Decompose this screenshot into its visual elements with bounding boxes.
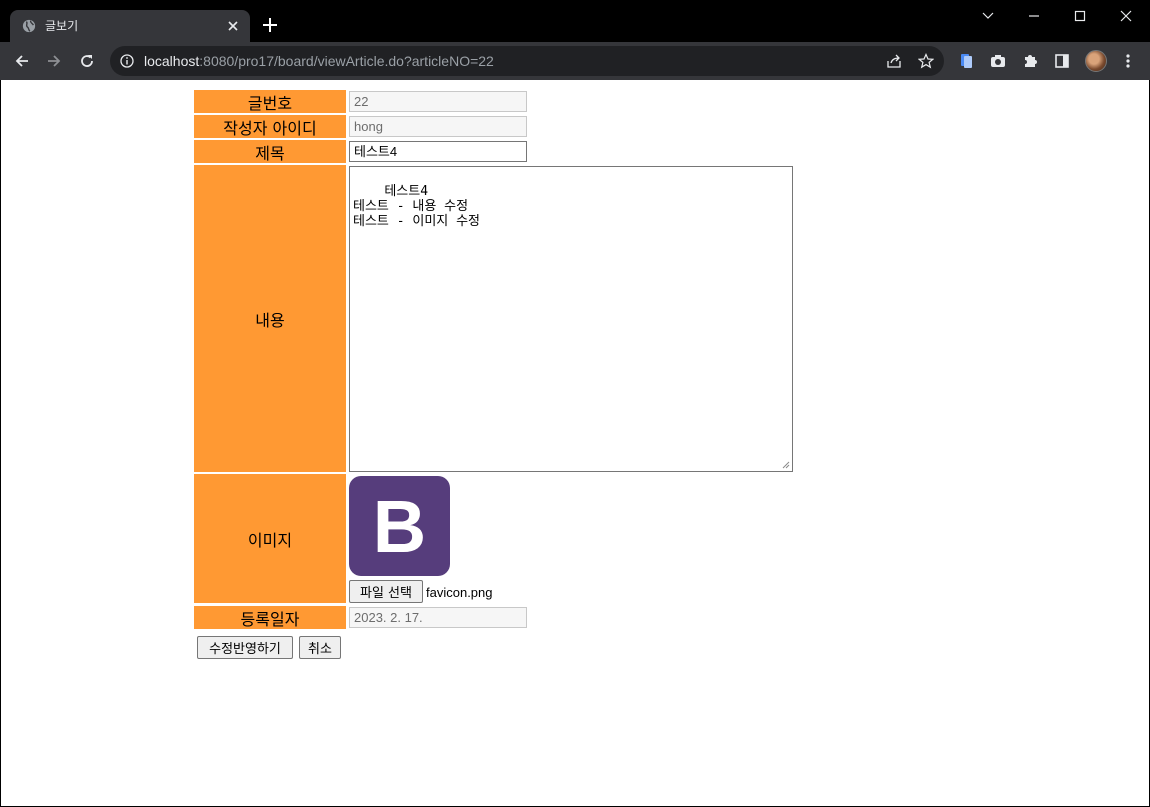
info-icon[interactable]	[120, 54, 134, 68]
selected-file-name: favicon.png	[426, 585, 493, 600]
bootstrap-logo-icon: B	[372, 484, 427, 568]
tab-search-button[interactable]	[965, 0, 1011, 32]
label-reg-date: 등록일자	[194, 606, 346, 629]
label-content: 내용	[194, 165, 346, 472]
new-tab-icon[interactable]	[262, 17, 278, 33]
label-title: 제목	[194, 140, 346, 163]
menu-kebab-icon[interactable]	[1120, 53, 1136, 69]
minimize-icon	[1029, 15, 1039, 17]
browser-tab[interactable]: 글보기	[10, 10, 250, 42]
browser-toolbar: localhost:8080/pro17/board/viewArticle.d…	[0, 42, 1150, 80]
close-window-button[interactable]	[1103, 0, 1149, 32]
back-arrow-icon[interactable]	[14, 53, 30, 69]
tab-strip: 글보기	[0, 0, 1150, 42]
writer-id-field: hong	[349, 116, 527, 137]
close-icon	[1120, 10, 1132, 22]
label-article-no: 글번호	[194, 90, 346, 113]
tab-title: 글보기	[45, 19, 79, 33]
share-icon[interactable]	[886, 53, 902, 69]
side-panel-icon[interactable]	[1054, 53, 1070, 69]
camera-icon[interactable]	[990, 53, 1006, 69]
article-image-preview: B	[349, 476, 450, 576]
maximize-icon	[1074, 10, 1086, 22]
url-host: localhost	[144, 53, 200, 69]
forward-arrow-icon[interactable]	[46, 53, 62, 69]
bookmark-star-icon[interactable]	[918, 53, 934, 69]
file-select-button[interactable]: 파일 선택	[349, 580, 423, 603]
maximize-button[interactable]	[1057, 0, 1103, 32]
title-input[interactable]: 테스트4	[349, 141, 527, 162]
extensions-puzzle-icon[interactable]	[1022, 53, 1038, 69]
extension-document-icon[interactable]	[958, 53, 974, 69]
globe-icon	[22, 19, 36, 33]
label-writer-id: 작성자 아이디	[194, 115, 346, 138]
content-textarea[interactable]: 테스트4 테스트 - 내용 수정 테스트 - 이미지 수정	[349, 166, 793, 472]
resize-grip-icon[interactable]	[782, 461, 790, 469]
address-bar[interactable]: localhost:8080/pro17/board/viewArticle.d…	[110, 46, 944, 76]
reload-icon[interactable]	[79, 53, 95, 69]
cancel-button[interactable]: 취소	[299, 636, 341, 659]
profile-avatar[interactable]	[1085, 50, 1107, 72]
close-tab-icon[interactable]	[225, 18, 241, 34]
minimize-button[interactable]	[1011, 0, 1057, 32]
url-path: :8080/pro17/board/viewArticle.do?article…	[199, 53, 494, 69]
article-no-field: 22	[349, 91, 527, 112]
url-text: localhost:8080/pro17/board/viewArticle.d…	[144, 52, 494, 70]
label-image: 이미지	[194, 474, 346, 603]
submit-edit-button[interactable]: 수정반영하기	[197, 636, 293, 659]
reg-date-field: 2023. 2. 17.	[349, 607, 527, 628]
chevron-down-icon	[982, 12, 994, 19]
content-text: 테스트4 테스트 - 내용 수정 테스트 - 이미지 수정	[353, 184, 480, 229]
page-content: 글번호 22 작성자 아이디 hong 제목 테스트4 내용 테스트4 테스트 …	[1, 80, 1149, 806]
